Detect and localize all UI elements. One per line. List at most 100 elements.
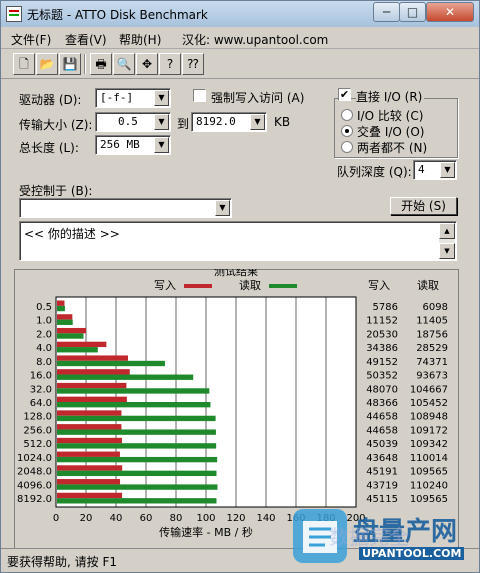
io-compare-radio[interactable] <box>341 109 353 121</box>
write-value: 48366 <box>366 398 398 409</box>
chevron-down-icon[interactable]: ▼ <box>154 137 169 153</box>
minimize-button[interactable]: ─ <box>373 2 400 22</box>
menu-view[interactable]: 查看(V) <box>65 31 107 48</box>
open-icon[interactable]: 📂 <box>36 53 58 75</box>
total-length-value: 256 MB <box>100 138 140 151</box>
chevron-down-icon[interactable]: ▼ <box>250 114 265 130</box>
help-icon[interactable]: ? <box>159 53 181 75</box>
bar-write <box>57 314 73 320</box>
write-value: 34386 <box>366 343 398 354</box>
menu-translator-site[interactable]: 汉化: www.upantool.com <box>182 31 328 48</box>
status-text: 要获得帮助, 请按 F1 <box>7 555 117 569</box>
transfer-to-select[interactable]: 8192.0 ▼ <box>191 112 267 132</box>
io-compare-label: I/O 比较 (C) <box>357 109 424 123</box>
queue-depth-value: 4 <box>418 163 425 176</box>
app-icon <box>6 6 22 22</box>
bar-write <box>57 300 65 306</box>
menu-file[interactable]: 文件(F) <box>11 31 51 48</box>
chevron-down-icon[interactable]: ▼ <box>440 162 455 178</box>
chevron-down-icon[interactable]: ▼ <box>154 90 169 106</box>
bar-read <box>57 443 217 449</box>
neither-label: 两者都不 (N) <box>357 141 428 155</box>
bar-write <box>57 410 122 416</box>
controlled-by-select[interactable]: ▼ <box>19 198 232 218</box>
new-icon[interactable]: 🗋 <box>13 53 35 75</box>
description-scrollbar[interactable]: ▲ ▼ <box>439 223 455 259</box>
y-tick-label: 4.0 <box>36 343 52 354</box>
total-length-select[interactable]: 256 MB ▼ <box>95 135 171 155</box>
column-header-write: 写入 <box>368 279 390 292</box>
bar-read <box>57 333 84 339</box>
read-value: 93673 <box>416 371 448 382</box>
bar-write <box>57 327 87 334</box>
context-help-icon[interactable]: ⁇ <box>182 53 204 75</box>
read-value: 110014 <box>410 453 448 464</box>
read-value: 18756 <box>416 329 448 340</box>
read-value: 6098 <box>423 302 448 313</box>
close-button[interactable]: ✕ <box>426 2 474 22</box>
scroll-up-icon[interactable]: ▲ <box>439 223 455 239</box>
chevron-down-icon[interactable]: ▼ <box>154 114 169 130</box>
read-value: 11405 <box>416 316 448 327</box>
bar-read <box>57 319 73 325</box>
x-tick-label: 80 <box>170 513 183 524</box>
y-tick-label: 1024.0 <box>17 453 52 464</box>
move-icon[interactable]: ✥ <box>136 53 158 75</box>
menu-help[interactable]: 帮助(H) <box>119 31 161 48</box>
y-tick-label: 0.5 <box>36 302 52 313</box>
description-textarea[interactable]: << 你的描述 >> ▲ ▼ <box>19 221 457 261</box>
kb-unit-label: KB <box>274 115 291 129</box>
y-tick-label: 64.0 <box>30 398 52 409</box>
print-icon[interactable]: 🖶 <box>90 53 112 75</box>
window-title: 无标题 - ATTO Disk Benchmark <box>27 8 208 22</box>
title-bar[interactable]: 无标题 - ATTO Disk Benchmark ─ □ ✕ <box>1 1 479 27</box>
save-icon[interactable]: 💾 <box>59 53 81 75</box>
direct-io-checkbox[interactable]: ✔ <box>338 88 351 101</box>
bar-read <box>57 347 98 353</box>
x-tick-label: 60 <box>140 513 153 524</box>
write-value: 44658 <box>366 412 398 423</box>
write-value: 50352 <box>366 371 398 382</box>
x-tick-label: 120 <box>226 513 245 524</box>
print-preview-icon[interactable]: 🔍 <box>113 53 135 75</box>
direct-io-label: 直接 I/O (R) <box>356 88 425 105</box>
menu-bar: 文件(F) 查看(V) 帮助(H) 汉化: www.upantool.com <box>1 27 479 49</box>
transfer-size-label: 传输大小 (Z): <box>19 118 93 132</box>
transfer-from-select[interactable]: 0.5 ▼ <box>95 112 171 132</box>
y-tick-label: 32.0 <box>30 384 52 395</box>
write-value: 20530 <box>366 329 398 340</box>
read-value: 110240 <box>410 480 448 491</box>
read-value: 108948 <box>410 412 448 423</box>
x-tick-label: 40 <box>110 513 123 524</box>
drive-select[interactable]: [-f-] ▼ <box>95 88 171 108</box>
bar-read <box>57 498 217 504</box>
read-value: 28529 <box>416 343 448 354</box>
write-value: 11152 <box>366 316 398 327</box>
start-button[interactable]: 开始 (S) <box>390 197 457 215</box>
y-tick-label: 1.0 <box>36 316 52 327</box>
bar-write <box>57 369 130 375</box>
queue-depth-label: 队列深度 (Q): <box>337 165 412 179</box>
app-window: 无标题 - ATTO Disk Benchmark ─ □ ✕ 文件(F) 查看… <box>0 0 480 573</box>
y-tick-label: 8.0 <box>36 357 52 368</box>
bar-write <box>57 341 107 348</box>
neither-radio[interactable] <box>341 141 353 153</box>
maximize-button[interactable]: □ <box>399 2 426 22</box>
toolbar-separator <box>84 54 86 74</box>
write-value: 43719 <box>366 480 398 491</box>
queue-depth-select[interactable]: 4 ▼ <box>413 160 457 180</box>
scroll-down-icon[interactable]: ▼ <box>439 243 455 259</box>
bar-read <box>57 402 211 408</box>
drive-label: 驱动器 (D): <box>19 93 82 107</box>
force-write-checkbox[interactable] <box>193 89 206 102</box>
overlapped-io-radio[interactable] <box>341 125 353 137</box>
bar-write <box>57 492 123 499</box>
x-axis-label: 传输速率 - MB / 秒 <box>159 525 253 539</box>
x-tick-label: 20 <box>80 513 93 524</box>
results-title: 测试结果 <box>214 269 258 278</box>
legend-write-swatch <box>184 284 212 288</box>
watermark-faint-text: 数据完全 <box>329 525 409 549</box>
chevron-down-icon[interactable]: ▼ <box>215 200 230 216</box>
bar-write <box>57 479 121 485</box>
y-tick-label: 4096.0 <box>17 480 52 491</box>
